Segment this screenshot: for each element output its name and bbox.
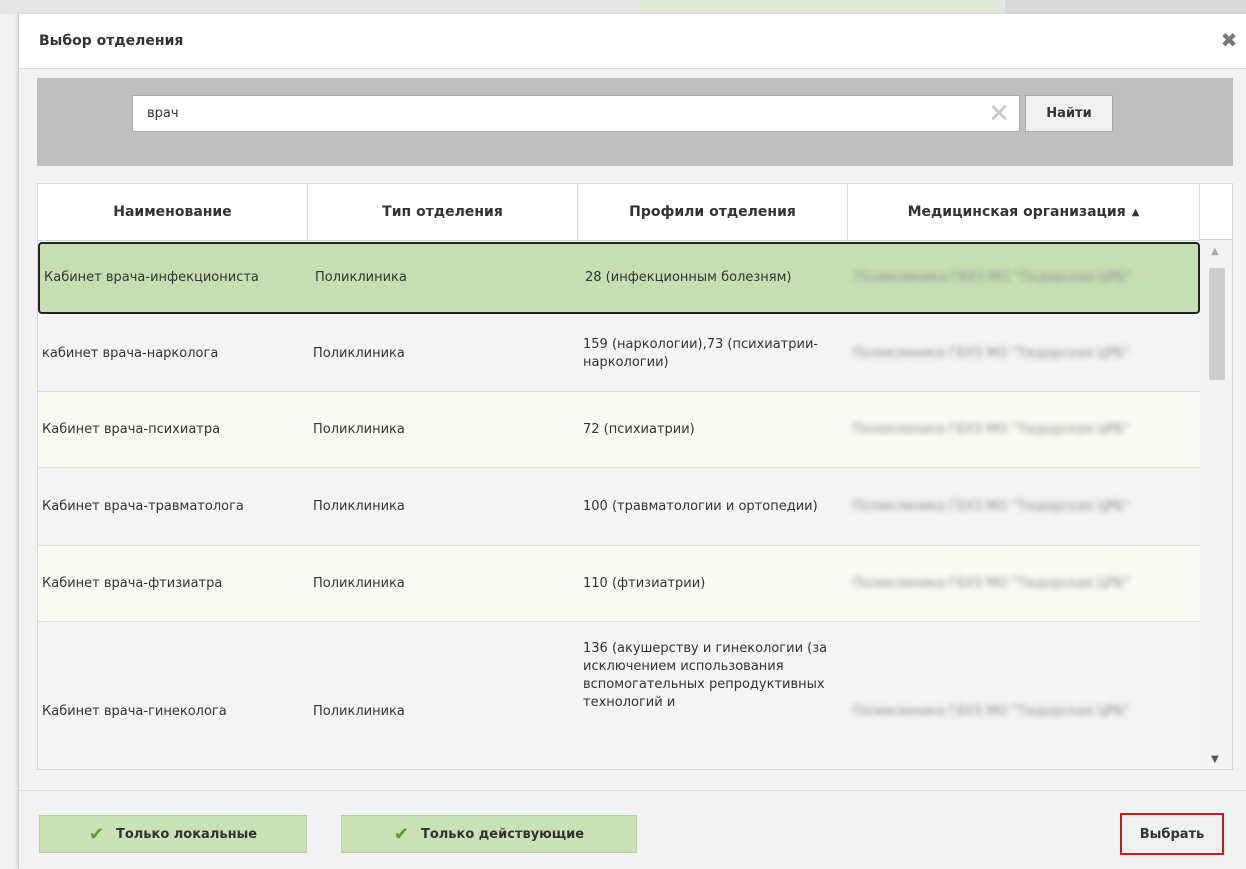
cell-type: Поликлиника — [313, 575, 405, 591]
checkmark-icon: ✔ — [393, 823, 409, 845]
footer-divider — [19, 790, 1246, 791]
scroll-thumb[interactable] — [1209, 268, 1225, 380]
cell-profiles: 100 (травматологии и ортопедии) — [583, 498, 818, 514]
find-button[interactable]: Найти — [1025, 95, 1113, 132]
background-page-element — [640, 0, 1000, 14]
cell-name: Кабинет врача-фтизиатра — [42, 575, 223, 591]
table-scrollbar[interactable]: ▲ ▼ — [1200, 240, 1232, 769]
header-filler — [1200, 184, 1232, 240]
checkmark-icon: ✔ — [88, 823, 104, 845]
organization-text-redacted: Поликлиника ГБУЗ МО "Тюдорская ЦРБ" — [853, 345, 1130, 361]
cell-name: Кабинет врача-гинеколога — [42, 703, 227, 719]
cell-type: Поликлиника — [313, 345, 405, 361]
cell-type: Поликлиника — [313, 421, 405, 437]
table-body: Кабинет врача-инфекциониста Поликлиника … — [38, 240, 1200, 769]
cell-name: Кабинет врача-травматолога — [42, 498, 244, 514]
cell-type: Поликлиника — [313, 498, 405, 514]
organization-text-redacted: Поликлиника ГБУЗ МО "Тюдорская ЦРБ" — [853, 498, 1130, 514]
cell-profiles: 136 (акушерству и гинекологии (за исключ… — [583, 641, 828, 710]
clear-icon[interactable]: ✕ — [987, 101, 1011, 127]
select-button[interactable]: Выбрать — [1120, 813, 1224, 855]
local-only-toggle-button[interactable]: ✔ Только локальные — [39, 815, 307, 853]
scroll-up-arrow-icon[interactable]: ▲ — [1211, 246, 1219, 257]
table-row[interactable]: Кабинет врача-психиатра Поликлиника 72 (… — [38, 392, 1200, 468]
cell-organization: Поликлиника ГБУЗ МО "Тюдорская ЦРБ" — [850, 244, 1200, 312]
cell-organization: Поликлиника ГБУЗ МО "Тюдорская ЦРБ" — [848, 468, 1200, 545]
cell-profiles: 110 (фтизиатрии) — [583, 575, 706, 591]
cell-name: кабинет врача-нарколога — [42, 345, 219, 361]
background-page-strip — [0, 0, 1246, 14]
active-only-toggle-button[interactable]: ✔ Только действующие — [341, 815, 637, 853]
cell-name: Кабинет врача-психиатра — [42, 421, 221, 437]
sort-ascending-icon: ▲ — [1131, 206, 1140, 218]
organization-text-redacted: Поликлиника ГБУЗ МО "Тюдорская ЦРБ" — [853, 575, 1130, 591]
search-input[interactable] — [132, 95, 1020, 132]
close-icon[interactable]: ✖ — [1217, 28, 1241, 52]
search-panel: ✕ Найти — [37, 78, 1233, 166]
cell-organization: Поликлиника ГБУЗ МО "Тюдорская ЦРБ" — [848, 546, 1200, 621]
table-header: Наименование Тип отделения Профили отдел… — [38, 184, 1200, 241]
organization-text-redacted: Поликлиника ГБУЗ МО "Тюдорская ЦРБ" — [853, 703, 1130, 719]
cell-organization: Поликлиника ГБУЗ МО "Тюдорская ЦРБ" — [848, 392, 1200, 467]
department-select-dialog: Выбор отделения ✖ ✕ Найти Наименование Т… — [18, 14, 1246, 869]
departments-table: Наименование Тип отделения Профили отдел… — [37, 183, 1233, 770]
cell-organization: Поликлиника ГБУЗ МО "Тюдорская ЦРБ" — [848, 316, 1200, 391]
cell-profiles: 159 (наркологии),73 (психиатрии-нарколог… — [583, 336, 819, 370]
column-header-type[interactable]: Тип отделения — [308, 184, 578, 240]
organization-text-redacted: Поликлиника ГБУЗ МО "Тюдорская ЦРБ" — [855, 270, 1132, 285]
table-row[interactable]: кабинет врача-нарколога Поликлиника 159 … — [38, 316, 1200, 392]
table-row[interactable]: Кабинет врача-травматолога Поликлиника 1… — [38, 468, 1200, 546]
table-row[interactable]: Кабинет врача-гинеколога Поликлиника 136… — [38, 622, 1200, 769]
cell-name: Кабинет врача-инфекциониста — [44, 270, 259, 285]
cell-organization: Поликлиника ГБУЗ МО "Тюдорская ЦРБ" — [848, 622, 1200, 769]
background-page-element — [1005, 0, 1246, 14]
dialog-titlebar: Выбор отделения ✖ — [19, 14, 1246, 69]
scroll-down-arrow-icon[interactable]: ▼ — [1211, 754, 1219, 765]
cell-type: Поликлиника — [315, 270, 407, 285]
column-header-profiles[interactable]: Профили отделения — [578, 184, 848, 240]
organization-text-redacted: Поликлиника ГБУЗ МО "Тюдорская ЦРБ" — [853, 421, 1130, 437]
cell-type: Поликлиника — [313, 703, 405, 719]
cell-profiles: 72 (психиатрии) — [583, 421, 695, 437]
table-row[interactable]: Кабинет врача-фтизиатра Поликлиника 110 … — [38, 546, 1200, 622]
column-header-name[interactable]: Наименование — [38, 184, 308, 240]
cell-profiles: 28 (инфекционным болезням) — [585, 270, 792, 285]
column-header-organization[interactable]: Медицинская организация ▲ — [848, 184, 1200, 240]
dialog-title: Выбор отделения — [39, 33, 184, 49]
table-row[interactable]: Кабинет врача-инфекциониста Поликлиника … — [38, 242, 1200, 314]
